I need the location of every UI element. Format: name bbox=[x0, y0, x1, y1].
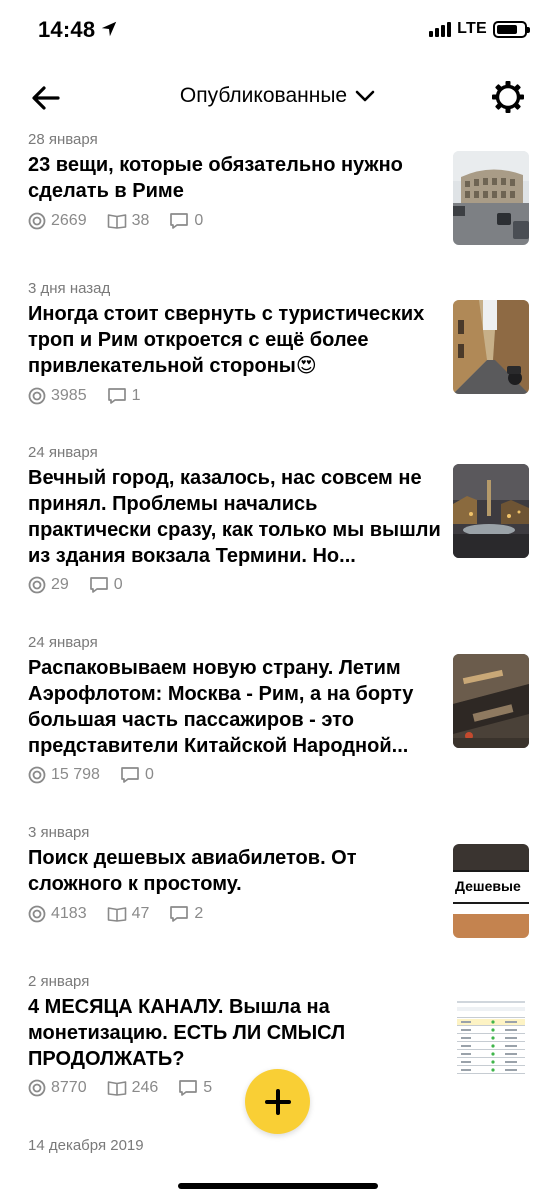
airplane-window-photo bbox=[453, 654, 529, 748]
article-date: 14 декабря 2019 bbox=[28, 1137, 144, 1154]
views-icon bbox=[28, 766, 46, 784]
add-article-button[interactable] bbox=[245, 1069, 310, 1134]
article-date: 2 января bbox=[28, 973, 90, 990]
article-list: 28 января 23 вещи, которые обязательно н… bbox=[0, 120, 555, 1170]
article-thumbnail[interactable] bbox=[453, 993, 529, 1087]
article-stats: 3985 1 bbox=[28, 387, 141, 405]
article-item[interactable]: 3 января Поиск дешевых авиабилетов. От с… bbox=[0, 814, 555, 963]
comments-count: 5 bbox=[203, 1079, 213, 1096]
colosseum-photo bbox=[453, 151, 529, 245]
views-count: 29 bbox=[51, 576, 69, 593]
views-count: 3985 bbox=[51, 387, 87, 404]
article-thumbnail[interactable] bbox=[453, 654, 529, 748]
comment-icon bbox=[179, 1080, 198, 1096]
cellular-signal-icon bbox=[429, 21, 452, 37]
gear-icon[interactable] bbox=[491, 80, 525, 114]
article-stats: 2669 38 0 bbox=[28, 212, 203, 230]
status-bar: 14:48 LTE bbox=[0, 0, 555, 60]
article-stats: 4183 47 2 bbox=[28, 905, 203, 923]
comments-count: 0 bbox=[144, 766, 154, 783]
article-thumbnail[interactable] bbox=[453, 151, 529, 245]
header: Опубликованные bbox=[0, 76, 555, 120]
night-fountain-photo bbox=[453, 464, 529, 558]
article-item[interactable]: 3 дня назад Иногда стоит свернуть с тури… bbox=[0, 270, 555, 434]
comment-icon bbox=[170, 906, 189, 922]
network-type: LTE bbox=[457, 20, 487, 37]
article-item[interactable]: 24 января Распаковываем новую страну. Ле… bbox=[0, 624, 555, 814]
article-date: 24 января bbox=[28, 444, 98, 461]
article-item[interactable]: 28 января 23 вещи, которые обязательно н… bbox=[0, 120, 555, 270]
article-stats: 8770 246 5 bbox=[28, 1079, 212, 1097]
plus-icon bbox=[264, 1088, 291, 1115]
article-date: 3 дня назад bbox=[28, 280, 111, 297]
comments-count: 1 bbox=[131, 387, 141, 404]
views-icon bbox=[28, 212, 46, 230]
comments-count: 2 bbox=[194, 905, 204, 922]
book-icon bbox=[107, 1081, 126, 1096]
views-count: 8770 bbox=[51, 1079, 87, 1096]
article-title: Иногда стоит свернуть с туристических тр… bbox=[28, 303, 425, 377]
book-icon bbox=[107, 907, 126, 922]
comment-icon bbox=[107, 388, 126, 404]
views-count: 4183 bbox=[51, 905, 87, 922]
book-icon bbox=[107, 214, 126, 229]
comment-icon bbox=[89, 577, 108, 593]
article-stats: 15 798 0 bbox=[28, 766, 154, 784]
article-title: Поиск дешевых авиабилетов. От сложного к… bbox=[28, 847, 357, 895]
banner-top-strip bbox=[453, 844, 529, 870]
location-arrow-icon bbox=[101, 21, 117, 37]
article-stats: 29 0 bbox=[28, 576, 123, 594]
article-date: 28 января bbox=[28, 131, 98, 148]
status-time: 14:48 bbox=[38, 17, 96, 42]
filter-dropdown[interactable]: Опубликованные bbox=[0, 84, 555, 108]
article-title: 4 МЕСЯЦА КАНАЛУ. Вышла на монетизацию. Е… bbox=[28, 996, 346, 1070]
article-thumbnail[interactable]: Дешевые bbox=[453, 844, 529, 938]
views-icon bbox=[28, 576, 46, 594]
reads-count: 47 bbox=[131, 905, 150, 922]
filter-dropdown-label: Опубликованные bbox=[179, 84, 348, 107]
status-indicators: LTE bbox=[429, 20, 530, 38]
article-thumbnail[interactable] bbox=[453, 464, 529, 558]
rome-street-photo bbox=[453, 300, 529, 394]
article-thumbnail[interactable] bbox=[453, 300, 529, 394]
views-icon bbox=[28, 1079, 46, 1097]
article-item[interactable]: 24 января Вечный город, казалось, нас со… bbox=[0, 434, 555, 624]
views-icon bbox=[28, 905, 46, 923]
banner-bottom-strip bbox=[453, 914, 529, 938]
battery-icon bbox=[493, 20, 530, 38]
views-count: 2669 bbox=[51, 212, 87, 229]
comment-icon bbox=[121, 767, 139, 783]
article-date: 3 января bbox=[28, 824, 90, 841]
article-title: Распаковываем новую страну. Летим Аэрофл… bbox=[28, 657, 414, 757]
views-count: 15 798 bbox=[51, 766, 100, 783]
home-indicator[interactable] bbox=[178, 1183, 378, 1189]
comments-count: 0 bbox=[113, 576, 123, 593]
views-icon bbox=[28, 387, 46, 405]
stats-table-screenshot bbox=[453, 993, 529, 1087]
chevron-down-icon bbox=[355, 90, 375, 102]
banner-text: Дешевые bbox=[455, 878, 521, 894]
article-date: 24 января bbox=[28, 634, 98, 651]
article-title: 23 вещи, которые обязательно нужно сдела… bbox=[28, 154, 403, 202]
reads-count: 246 bbox=[131, 1079, 159, 1096]
comment-icon bbox=[170, 213, 189, 229]
comments-count: 0 bbox=[194, 212, 204, 229]
reads-count: 38 bbox=[131, 212, 150, 229]
article-title: Вечный город, казалось, нас совсем не пр… bbox=[28, 467, 441, 567]
